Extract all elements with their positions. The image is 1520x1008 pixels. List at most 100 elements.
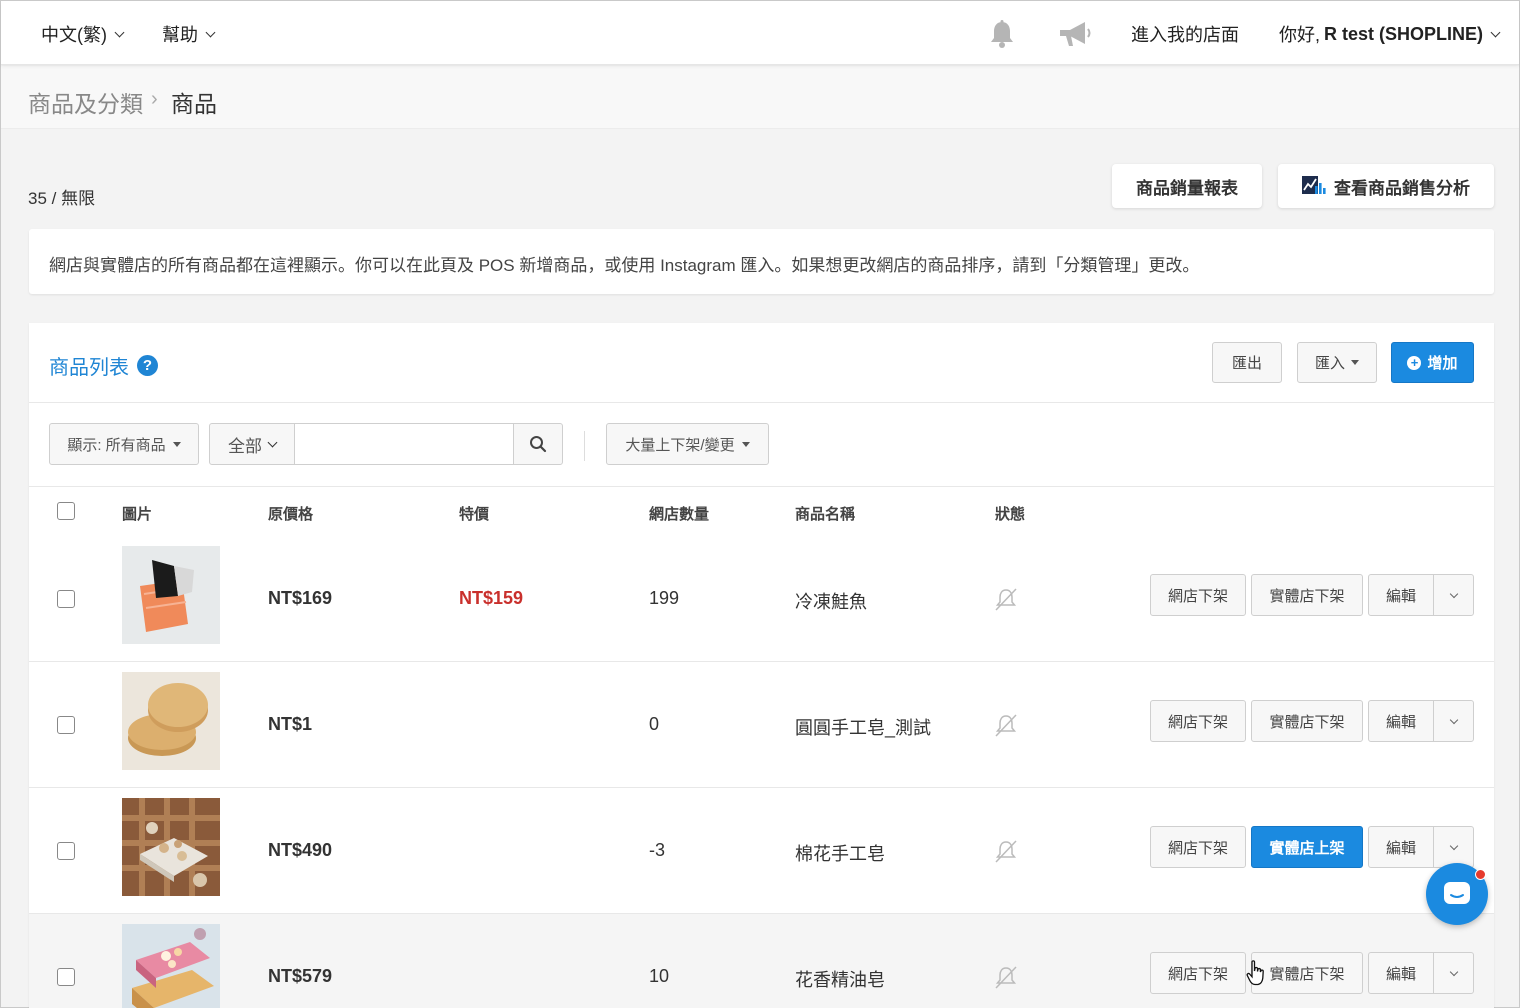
online-store-unpublish-label: 網店下架 — [1167, 713, 1228, 731]
greeting-prefix: 你好, — [1279, 25, 1321, 45]
table-row: NT$169 NT$159 199 冷凍鮭魚 網店下架 實體店下架 編輯 — [29, 536, 1494, 662]
table-row: NT$1 0 圓圓手工皂_測試 網店下架 實體店下架 編輯 — [29, 662, 1494, 788]
import-label: 匯入 — [1314, 355, 1345, 372]
scope-filter-dropdown[interactable]: 全部 — [209, 423, 295, 465]
header-product-name[interactable]: 商品名稱 — [795, 503, 855, 524]
online-quantity: 0 — [649, 714, 660, 734]
breadcrumb-current: 商品 — [171, 91, 217, 117]
divider — [584, 431, 585, 461]
help-circle-icon[interactable]: ? — [137, 355, 158, 376]
chat-icon — [1444, 882, 1470, 904]
panel-header: 商品列表 ? 匯出 匯入 + 增加 — [29, 323, 1494, 403]
add-product-button[interactable]: + 增加 — [1391, 342, 1474, 383]
import-dropdown-button[interactable]: 匯入 — [1297, 342, 1377, 383]
enter-store-link[interactable]: 進入我的店面 — [1131, 21, 1239, 47]
chart-icon — [1302, 176, 1326, 194]
breadcrumb: 商品及分類 › 商品 — [1, 66, 1519, 129]
user-name: R test (SHOPLINE) — [1324, 23, 1484, 44]
export-button[interactable]: 匯出 — [1212, 342, 1282, 383]
caret-down-icon — [741, 441, 750, 447]
language-dropdown[interactable]: 中文(繁) — [41, 21, 125, 47]
notification-off-icon — [995, 966, 1017, 989]
product-list-title: 商品列表 — [49, 357, 129, 379]
display-filter-label: 顯示: 所有商品 — [67, 436, 166, 454]
original-price: NT$169 — [268, 588, 333, 608]
bulk-actions-label: 大量上下架/變更 — [625, 436, 735, 454]
bulk-actions-dropdown[interactable]: 大量上下架/變更 — [606, 423, 769, 465]
help-dropdown[interactable]: 幫助 — [162, 21, 216, 47]
search-icon — [530, 436, 547, 453]
hand-cursor-icon — [1246, 960, 1264, 986]
chevron-down-icon — [1449, 841, 1458, 850]
header-status: 狀態 — [995, 506, 1026, 523]
header-image: 圖片 — [122, 506, 153, 523]
retail-store-unpublish-button[interactable]: 實體店下架 — [1251, 700, 1363, 742]
bell-icon[interactable] — [987, 19, 1017, 49]
retail-store-unpublish-button[interactable]: 實體店下架 — [1251, 952, 1363, 994]
row-checkbox[interactable] — [57, 842, 75, 860]
product-name[interactable]: 棉花手工皂 — [795, 840, 885, 866]
more-actions-dropdown[interactable] — [1433, 952, 1474, 994]
row-checkbox[interactable] — [57, 716, 75, 734]
breadcrumb-parent-link[interactable]: 商品及分類 — [28, 85, 143, 119]
sales-report-button[interactable]: 商品銷量報表 — [1112, 164, 1262, 208]
retail-store-publish-button[interactable]: 實體店上架 — [1251, 826, 1363, 868]
retail-store-unpublish-button[interactable]: 實體店下架 — [1251, 574, 1363, 616]
edit-button[interactable]: 編輯 — [1368, 826, 1434, 868]
sales-analysis-button[interactable]: 查看商品銷售分析 — [1278, 164, 1494, 208]
online-store-unpublish-button[interactable]: 網店下架 — [1150, 574, 1246, 616]
edit-button[interactable]: 編輯 — [1368, 574, 1434, 616]
product-thumbnail-round-soap[interactable] — [122, 672, 220, 770]
megaphone-icon[interactable] — [1057, 19, 1093, 49]
product-thumbnail-cotton-soap[interactable] — [122, 798, 220, 896]
online-store-unpublish-button[interactable]: 網店下架 — [1150, 952, 1246, 994]
more-actions-dropdown[interactable] — [1433, 574, 1474, 616]
search-input[interactable] — [294, 423, 514, 465]
chevron-down-icon — [1449, 589, 1458, 598]
retail-store-action-label: 實體店下架 — [1269, 713, 1345, 731]
online-quantity: 199 — [649, 588, 680, 608]
product-name[interactable]: 冷凍鮭魚 — [795, 588, 867, 614]
online-store-unpublish-button[interactable]: 網店下架 — [1150, 826, 1246, 868]
chevron-down-icon — [267, 437, 278, 447]
header-original-price[interactable]: 原價格 — [268, 503, 313, 524]
online-quantity: -3 — [649, 840, 666, 860]
search-button[interactable] — [513, 423, 563, 465]
product-thumbnail-floral-soap[interactable] — [122, 924, 220, 1008]
edit-button[interactable]: 編輯 — [1368, 952, 1434, 994]
edit-label: 編輯 — [1385, 839, 1416, 857]
more-actions-dropdown[interactable] — [1433, 700, 1474, 742]
product-count: 35 / 無限 — [28, 189, 96, 208]
display-filter-dropdown[interactable]: 顯示: 所有商品 — [49, 423, 199, 465]
export-label: 匯出 — [1231, 355, 1262, 372]
edit-label: 編輯 — [1385, 713, 1416, 731]
header-special-price[interactable]: 特價 — [459, 503, 489, 524]
product-thumbnail-salmon[interactable] — [122, 546, 220, 644]
scope-filter-label: 全部 — [228, 436, 262, 456]
caret-down-icon — [172, 441, 181, 447]
edit-button[interactable]: 編輯 — [1368, 700, 1434, 742]
unread-badge — [1475, 869, 1486, 880]
row-checkbox[interactable] — [57, 590, 75, 608]
chat-widget-button[interactable] — [1426, 863, 1488, 925]
product-name[interactable]: 花香精油皂 — [795, 966, 885, 992]
row-checkbox[interactable] — [57, 968, 75, 986]
notification-off-icon — [995, 588, 1017, 611]
chevron-down-icon — [1490, 27, 1501, 37]
header-online-qty[interactable]: 網店數量 — [649, 503, 709, 524]
original-price: NT$1 — [268, 714, 313, 734]
add-label: 增加 — [1427, 355, 1458, 372]
original-price: NT$490 — [268, 840, 333, 860]
retail-store-action-label: 實體店下架 — [1269, 965, 1345, 983]
online-store-unpublish-label: 網店下架 — [1167, 587, 1228, 605]
top-navbar: 中文(繁) 幫助 進入我的店面 你好, R test (SHOPLINE) — [1, 1, 1519, 65]
select-all-checkbox[interactable] — [57, 502, 75, 520]
more-actions-dropdown[interactable] — [1433, 826, 1474, 868]
chevron-down-icon — [114, 27, 125, 37]
online-store-unpublish-label: 網店下架 — [1167, 839, 1228, 857]
special-price: NT$159 — [459, 588, 524, 608]
user-menu-dropdown[interactable]: 你好, R test (SHOPLINE) — [1279, 21, 1501, 47]
product-name[interactable]: 圓圓手工皂_測試 — [795, 714, 931, 740]
table-row: NT$579 10 花香精油皂 網店下架 實體店下架 編輯 — [29, 914, 1494, 1008]
online-store-unpublish-button[interactable]: 網店下架 — [1150, 700, 1246, 742]
